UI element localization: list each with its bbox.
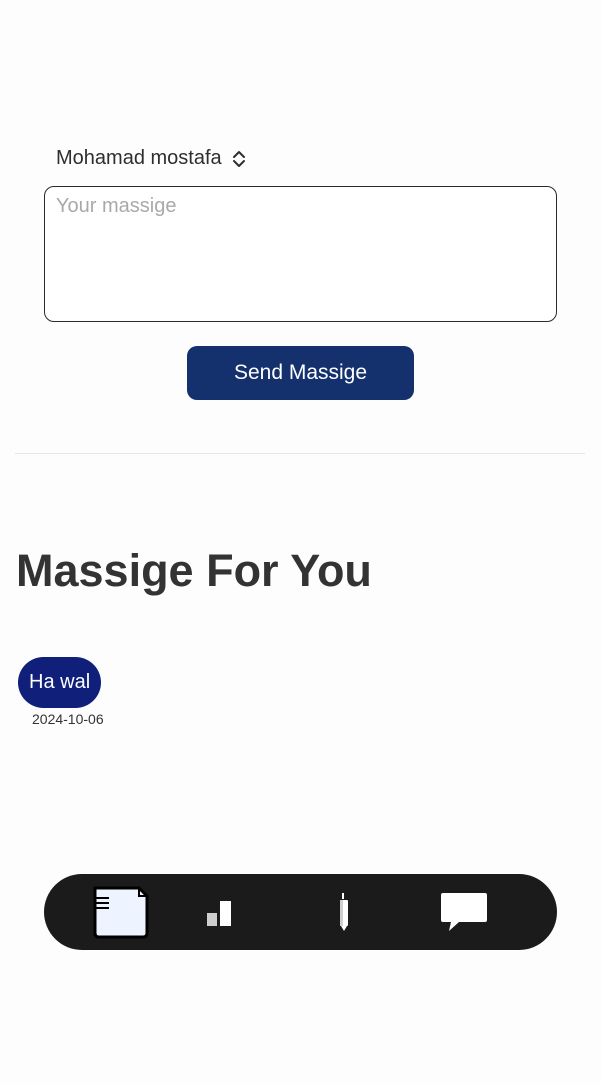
recipient-name: Mohamad mostafa (56, 147, 222, 169)
notes-icon (91, 885, 151, 939)
send-message-button[interactable]: Send Massige (187, 346, 414, 400)
recipient-select[interactable]: Mohamad mostafa (56, 147, 246, 170)
section-title: Massige For You (16, 545, 372, 596)
chat-bubble-icon (440, 891, 488, 933)
section-divider (15, 453, 585, 454)
message-date: 2024-10-06 (32, 711, 104, 727)
nav-item-stats[interactable] (194, 874, 244, 950)
bottom-nav (44, 874, 557, 950)
message-input[interactable] (44, 186, 557, 322)
nav-item-notes[interactable] (88, 874, 154, 950)
bar-chart-icon (204, 897, 234, 927)
chevron-up-down-icon (232, 150, 246, 168)
nav-item-messages[interactable] (434, 874, 494, 950)
page: Mohamad mostafa Send Massige Massige For… (0, 0, 601, 1083)
message-bubble[interactable]: Ha wal (18, 657, 102, 708)
pen-icon (338, 892, 350, 932)
nav-item-write[interactable] (326, 874, 362, 950)
